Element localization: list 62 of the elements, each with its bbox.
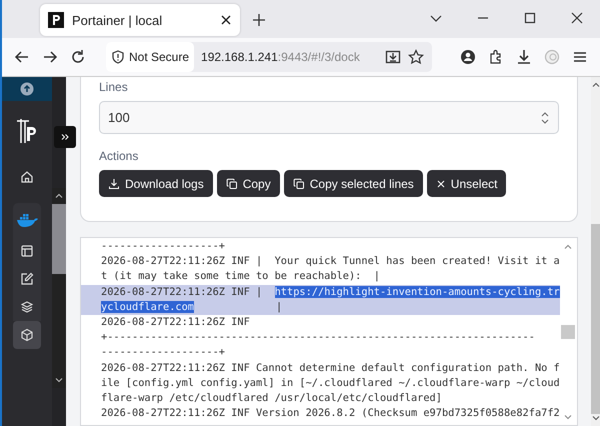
layers-icon — [20, 300, 34, 314]
spinner-icon[interactable] — [540, 110, 550, 124]
scroll-thumb[interactable] — [560, 325, 575, 339]
new-tab-icon[interactable] — [252, 13, 266, 27]
url-text: 192.168.1.241:9443/#!/3/dock — [201, 50, 361, 64]
home-icon — [20, 170, 34, 184]
copy-icon — [292, 178, 305, 190]
download-icon[interactable] — [516, 49, 532, 65]
logo-icon[interactable] — [15, 117, 39, 145]
scroll-thumb[interactable] — [52, 204, 66, 274]
double-chevron-icon — [61, 133, 69, 141]
sidebar-item[interactable] — [13, 293, 41, 321]
forward-arrow-icon[interactable] — [42, 49, 58, 65]
log-line[interactable]: +--------------------------------------------------------------------- — [81, 330, 560, 346]
maximize-icon[interactable] — [524, 12, 536, 24]
sidebar-item[interactable] — [13, 321, 41, 349]
close-icon[interactable] — [220, 14, 232, 26]
close-window-icon[interactable] — [571, 12, 583, 24]
log-line[interactable]: 2026-08-27T22:11:26Z INF — [81, 314, 560, 330]
action-button[interactable]: Unselect — [426, 170, 506, 197]
action-button[interactable]: Copy — [216, 170, 280, 197]
layout-icon — [20, 244, 34, 258]
close-icon — [436, 178, 446, 188]
scrollbar[interactable] — [52, 188, 66, 388]
reload-icon[interactable] — [70, 49, 86, 65]
log-line[interactable]: 2026-08-27T22:11:26Z INF | Your quick Tunnel has been created! Visit it a — [81, 254, 560, 270]
logo-icon — [48, 12, 64, 28]
security-button[interactable]: Not Secure — [106, 42, 194, 72]
page-scrollbar[interactable] — [590, 77, 600, 426]
address-bar[interactable]: Not Secure 192.168.1.241:9443/#!/3/dock — [106, 42, 432, 72]
cube-icon — [20, 328, 34, 342]
account-icon[interactable] — [460, 49, 476, 65]
lines-input[interactable]: 100 — [99, 101, 559, 134]
download-icon — [108, 178, 120, 190]
log-line[interactable]: -------------------+ — [81, 345, 560, 360]
scroll-up-icon[interactable] — [55, 192, 63, 200]
install-icon[interactable] — [385, 49, 401, 65]
expand-sidebar-button[interactable] — [54, 126, 76, 148]
whale-icon — [16, 212, 38, 228]
scroll-thumb[interactable] — [590, 224, 600, 414]
copy-icon — [226, 178, 238, 190]
back-arrow-icon[interactable] — [14, 49, 30, 65]
actions-label: Actions — [99, 149, 140, 163]
star-icon[interactable] — [408, 49, 424, 65]
log-line[interactable]: ile [config.yml config.yaml] in [~/.cloudflared ~/.cloudflare-warp ~/cloud — [81, 376, 560, 391]
docker-nav-item[interactable] — [13, 203, 41, 237]
action-button[interactable]: Download logs — [99, 170, 213, 197]
shield-icon — [111, 50, 125, 64]
upload-icon[interactable] — [20, 82, 34, 96]
lines-label: Lines — [99, 80, 129, 94]
scroll-up-icon[interactable] — [592, 81, 600, 89]
action-button[interactable]: Copy selected lines — [284, 170, 423, 197]
browser-tab[interactable]: Portainer | local — [40, 4, 240, 36]
log-line[interactable]: 2026-08-27T22:11:26Z INF Cannot determine default configuration path. No f — [81, 360, 560, 376]
log-line[interactable]: flare-warp /etc/cloudflared /usr/local/etc/cloudflared] — [81, 390, 560, 406]
log-line[interactable]: 2026-08-27T22:11:26Z INF Version 2026.8.2 (Checksum e97bd7325f0588e82fa7f2 — [81, 406, 560, 422]
edit-icon — [20, 272, 34, 286]
scroll-down-icon[interactable] — [592, 414, 600, 422]
tab-title: Portainer | local — [72, 12, 164, 28]
scroll-down-icon[interactable] — [55, 376, 63, 384]
log-line[interactable]: -------------------+ — [81, 239, 560, 254]
log-line[interactable]: t (it may take some time to be reachable): | — [81, 269, 560, 285]
